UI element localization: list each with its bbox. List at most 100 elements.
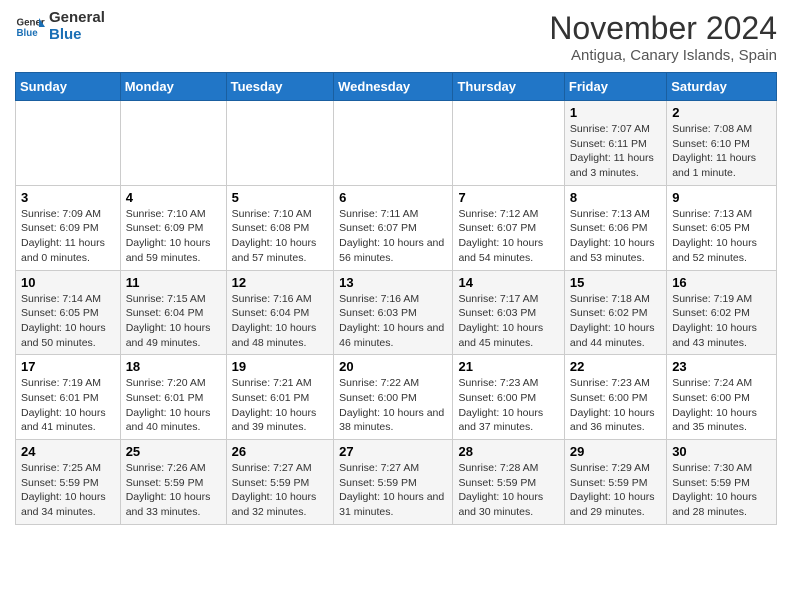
day-number: 16 bbox=[672, 275, 771, 290]
day-number: 8 bbox=[570, 190, 661, 205]
column-header-monday: Monday bbox=[120, 73, 226, 101]
calendar-week-1: 1 Sunrise: 7:07 AM Sunset: 6:11 PM Daylig… bbox=[16, 101, 777, 186]
calendar-cell bbox=[120, 101, 226, 186]
day-info: Sunrise: 7:16 AM Sunset: 6:03 PM Dayligh… bbox=[339, 292, 447, 351]
day-number: 7 bbox=[458, 190, 558, 205]
page-header: General Blue General Blue November 2024 … bbox=[15, 10, 777, 64]
day-number: 24 bbox=[21, 444, 115, 459]
day-info: Sunrise: 7:21 AM Sunset: 6:01 PM Dayligh… bbox=[232, 376, 329, 435]
calendar-cell bbox=[453, 101, 564, 186]
day-info: Sunrise: 7:08 AM Sunset: 6:10 PM Dayligh… bbox=[672, 122, 771, 181]
day-number: 4 bbox=[126, 190, 221, 205]
calendar-cell: 22Sunrise: 7:23 AM Sunset: 6:00 PM Dayli… bbox=[564, 355, 666, 440]
day-info: Sunrise: 7:10 AM Sunset: 6:09 PM Dayligh… bbox=[126, 207, 221, 266]
calendar-cell: 25 Sunrise: 7:26 AM Sunset: 5:59 PM Dayli… bbox=[120, 440, 226, 525]
day-number: 21 bbox=[458, 359, 558, 374]
day-number: 30 bbox=[672, 444, 771, 459]
column-header-tuesday: Tuesday bbox=[226, 73, 334, 101]
day-info: Sunrise: 7:07 AM Sunset: 6:11 PM Dayligh… bbox=[570, 122, 661, 181]
title-block: November 2024 Antigua, Canary Islands, S… bbox=[549, 10, 777, 64]
day-number: 28 bbox=[458, 444, 558, 459]
day-info: Sunrise: 7:26 AM Sunset: 5:59 PM Dayligh… bbox=[126, 461, 221, 520]
day-info: Sunrise: 7:24 AM Sunset: 6:00 PM Dayligh… bbox=[672, 376, 771, 435]
calendar-cell: 19 Sunrise: 7:21 AM Sunset: 6:01 PM Dayli… bbox=[226, 355, 334, 440]
calendar-cell: 28 Sunrise: 7:28 AM Sunset: 5:59 PM Dayli… bbox=[453, 440, 564, 525]
day-info: Sunrise: 7:28 AM Sunset: 5:59 PM Dayligh… bbox=[458, 461, 558, 520]
day-info: Sunrise: 7:23 AM Sunset: 6:00 PM Dayligh… bbox=[458, 376, 558, 435]
day-number: 10 bbox=[21, 275, 115, 290]
calendar-cell: 15 Sunrise: 7:18 AM Sunset: 6:02 PM Dayli… bbox=[564, 270, 666, 355]
calendar-week-4: 17Sunrise: 7:19 AM Sunset: 6:01 PM Dayli… bbox=[16, 355, 777, 440]
day-number: 17 bbox=[21, 359, 115, 374]
day-info: Sunrise: 7:18 AM Sunset: 6:02 PM Dayligh… bbox=[570, 292, 661, 351]
calendar-week-5: 24 Sunrise: 7:25 AM Sunset: 5:59 PM Dayli… bbox=[16, 440, 777, 525]
day-number: 11 bbox=[126, 275, 221, 290]
calendar-cell: 4 Sunrise: 7:10 AM Sunset: 6:09 PM Daylig… bbox=[120, 185, 226, 270]
calendar-cell: 14 Sunrise: 7:17 AM Sunset: 6:03 PM Dayli… bbox=[453, 270, 564, 355]
calendar-cell: 2 Sunrise: 7:08 AM Sunset: 6:10 PM Daylig… bbox=[667, 101, 777, 186]
day-info: Sunrise: 7:27 AM Sunset: 5:59 PM Dayligh… bbox=[232, 461, 329, 520]
day-info: Sunrise: 7:22 AM Sunset: 6:00 PM Dayligh… bbox=[339, 376, 447, 435]
day-number: 13 bbox=[339, 275, 447, 290]
calendar-week-3: 10 Sunrise: 7:14 AM Sunset: 6:05 PM Dayli… bbox=[16, 270, 777, 355]
month-title: November 2024 bbox=[549, 10, 777, 47]
logo-blue: Blue bbox=[49, 27, 105, 44]
day-info: Sunrise: 7:13 AM Sunset: 6:06 PM Dayligh… bbox=[570, 207, 661, 266]
day-info: Sunrise: 7:11 AM Sunset: 6:07 PM Dayligh… bbox=[339, 207, 447, 266]
day-number: 6 bbox=[339, 190, 447, 205]
day-number: 15 bbox=[570, 275, 661, 290]
day-info: Sunrise: 7:29 AM Sunset: 5:59 PM Dayligh… bbox=[570, 461, 661, 520]
calendar-cell: 18Sunrise: 7:20 AM Sunset: 6:01 PM Dayli… bbox=[120, 355, 226, 440]
calendar-cell: 30Sunrise: 7:30 AM Sunset: 5:59 PM Dayli… bbox=[667, 440, 777, 525]
day-info: Sunrise: 7:16 AM Sunset: 6:04 PM Dayligh… bbox=[232, 292, 329, 351]
calendar-table: SundayMondayTuesdayWednesdayThursdayFrid… bbox=[15, 72, 777, 525]
calendar-cell: 23Sunrise: 7:24 AM Sunset: 6:00 PM Dayli… bbox=[667, 355, 777, 440]
calendar-cell: 27Sunrise: 7:27 AM Sunset: 5:59 PM Dayli… bbox=[334, 440, 453, 525]
day-info: Sunrise: 7:25 AM Sunset: 5:59 PM Dayligh… bbox=[21, 461, 115, 520]
calendar-cell: 7 Sunrise: 7:12 AM Sunset: 6:07 PM Daylig… bbox=[453, 185, 564, 270]
calendar-cell: 5 Sunrise: 7:10 AM Sunset: 6:08 PM Daylig… bbox=[226, 185, 334, 270]
svg-text:Blue: Blue bbox=[17, 28, 39, 39]
day-number: 2 bbox=[672, 105, 771, 120]
logo-general: General bbox=[49, 10, 105, 27]
column-header-wednesday: Wednesday bbox=[334, 73, 453, 101]
calendar-cell: 26 Sunrise: 7:27 AM Sunset: 5:59 PM Dayli… bbox=[226, 440, 334, 525]
calendar-cell: 13 Sunrise: 7:16 AM Sunset: 6:03 PM Dayli… bbox=[334, 270, 453, 355]
calendar-cell bbox=[226, 101, 334, 186]
day-info: Sunrise: 7:17 AM Sunset: 6:03 PM Dayligh… bbox=[458, 292, 558, 351]
calendar-cell: 16Sunrise: 7:19 AM Sunset: 6:02 PM Dayli… bbox=[667, 270, 777, 355]
calendar-cell bbox=[334, 101, 453, 186]
day-number: 14 bbox=[458, 275, 558, 290]
day-number: 9 bbox=[672, 190, 771, 205]
column-header-saturday: Saturday bbox=[667, 73, 777, 101]
day-info: Sunrise: 7:27 AM Sunset: 5:59 PM Dayligh… bbox=[339, 461, 447, 520]
day-number: 25 bbox=[126, 444, 221, 459]
calendar-cell: 20Sunrise: 7:22 AM Sunset: 6:00 PM Dayli… bbox=[334, 355, 453, 440]
day-info: Sunrise: 7:23 AM Sunset: 6:00 PM Dayligh… bbox=[570, 376, 661, 435]
day-info: Sunrise: 7:15 AM Sunset: 6:04 PM Dayligh… bbox=[126, 292, 221, 351]
calendar-cell: 8 Sunrise: 7:13 AM Sunset: 6:06 PM Daylig… bbox=[564, 185, 666, 270]
day-info: Sunrise: 7:12 AM Sunset: 6:07 PM Dayligh… bbox=[458, 207, 558, 266]
calendar-cell: 29 Sunrise: 7:29 AM Sunset: 5:59 PM Dayli… bbox=[564, 440, 666, 525]
calendar-cell: 17Sunrise: 7:19 AM Sunset: 6:01 PM Dayli… bbox=[16, 355, 121, 440]
calendar-cell: 11 Sunrise: 7:15 AM Sunset: 6:04 PM Dayli… bbox=[120, 270, 226, 355]
day-number: 19 bbox=[232, 359, 329, 374]
day-info: Sunrise: 7:14 AM Sunset: 6:05 PM Dayligh… bbox=[21, 292, 115, 351]
day-info: Sunrise: 7:10 AM Sunset: 6:08 PM Dayligh… bbox=[232, 207, 329, 266]
day-number: 12 bbox=[232, 275, 329, 290]
day-number: 1 bbox=[570, 105, 661, 120]
calendar-cell: 12 Sunrise: 7:16 AM Sunset: 6:04 PM Dayli… bbox=[226, 270, 334, 355]
day-number: 29 bbox=[570, 444, 661, 459]
logo: General Blue General Blue bbox=[15, 10, 105, 43]
column-header-friday: Friday bbox=[564, 73, 666, 101]
day-number: 3 bbox=[21, 190, 115, 205]
calendar-cell bbox=[16, 101, 121, 186]
calendar-cell: 1 Sunrise: 7:07 AM Sunset: 6:11 PM Daylig… bbox=[564, 101, 666, 186]
day-info: Sunrise: 7:20 AM Sunset: 6:01 PM Dayligh… bbox=[126, 376, 221, 435]
day-number: 5 bbox=[232, 190, 329, 205]
calendar-cell: 9Sunrise: 7:13 AM Sunset: 6:05 PM Daylig… bbox=[667, 185, 777, 270]
day-number: 26 bbox=[232, 444, 329, 459]
day-info: Sunrise: 7:09 AM Sunset: 6:09 PM Dayligh… bbox=[21, 207, 115, 266]
calendar-cell: 10 Sunrise: 7:14 AM Sunset: 6:05 PM Dayli… bbox=[16, 270, 121, 355]
calendar-cell: 3 Sunrise: 7:09 AM Sunset: 6:09 PM Daylig… bbox=[16, 185, 121, 270]
